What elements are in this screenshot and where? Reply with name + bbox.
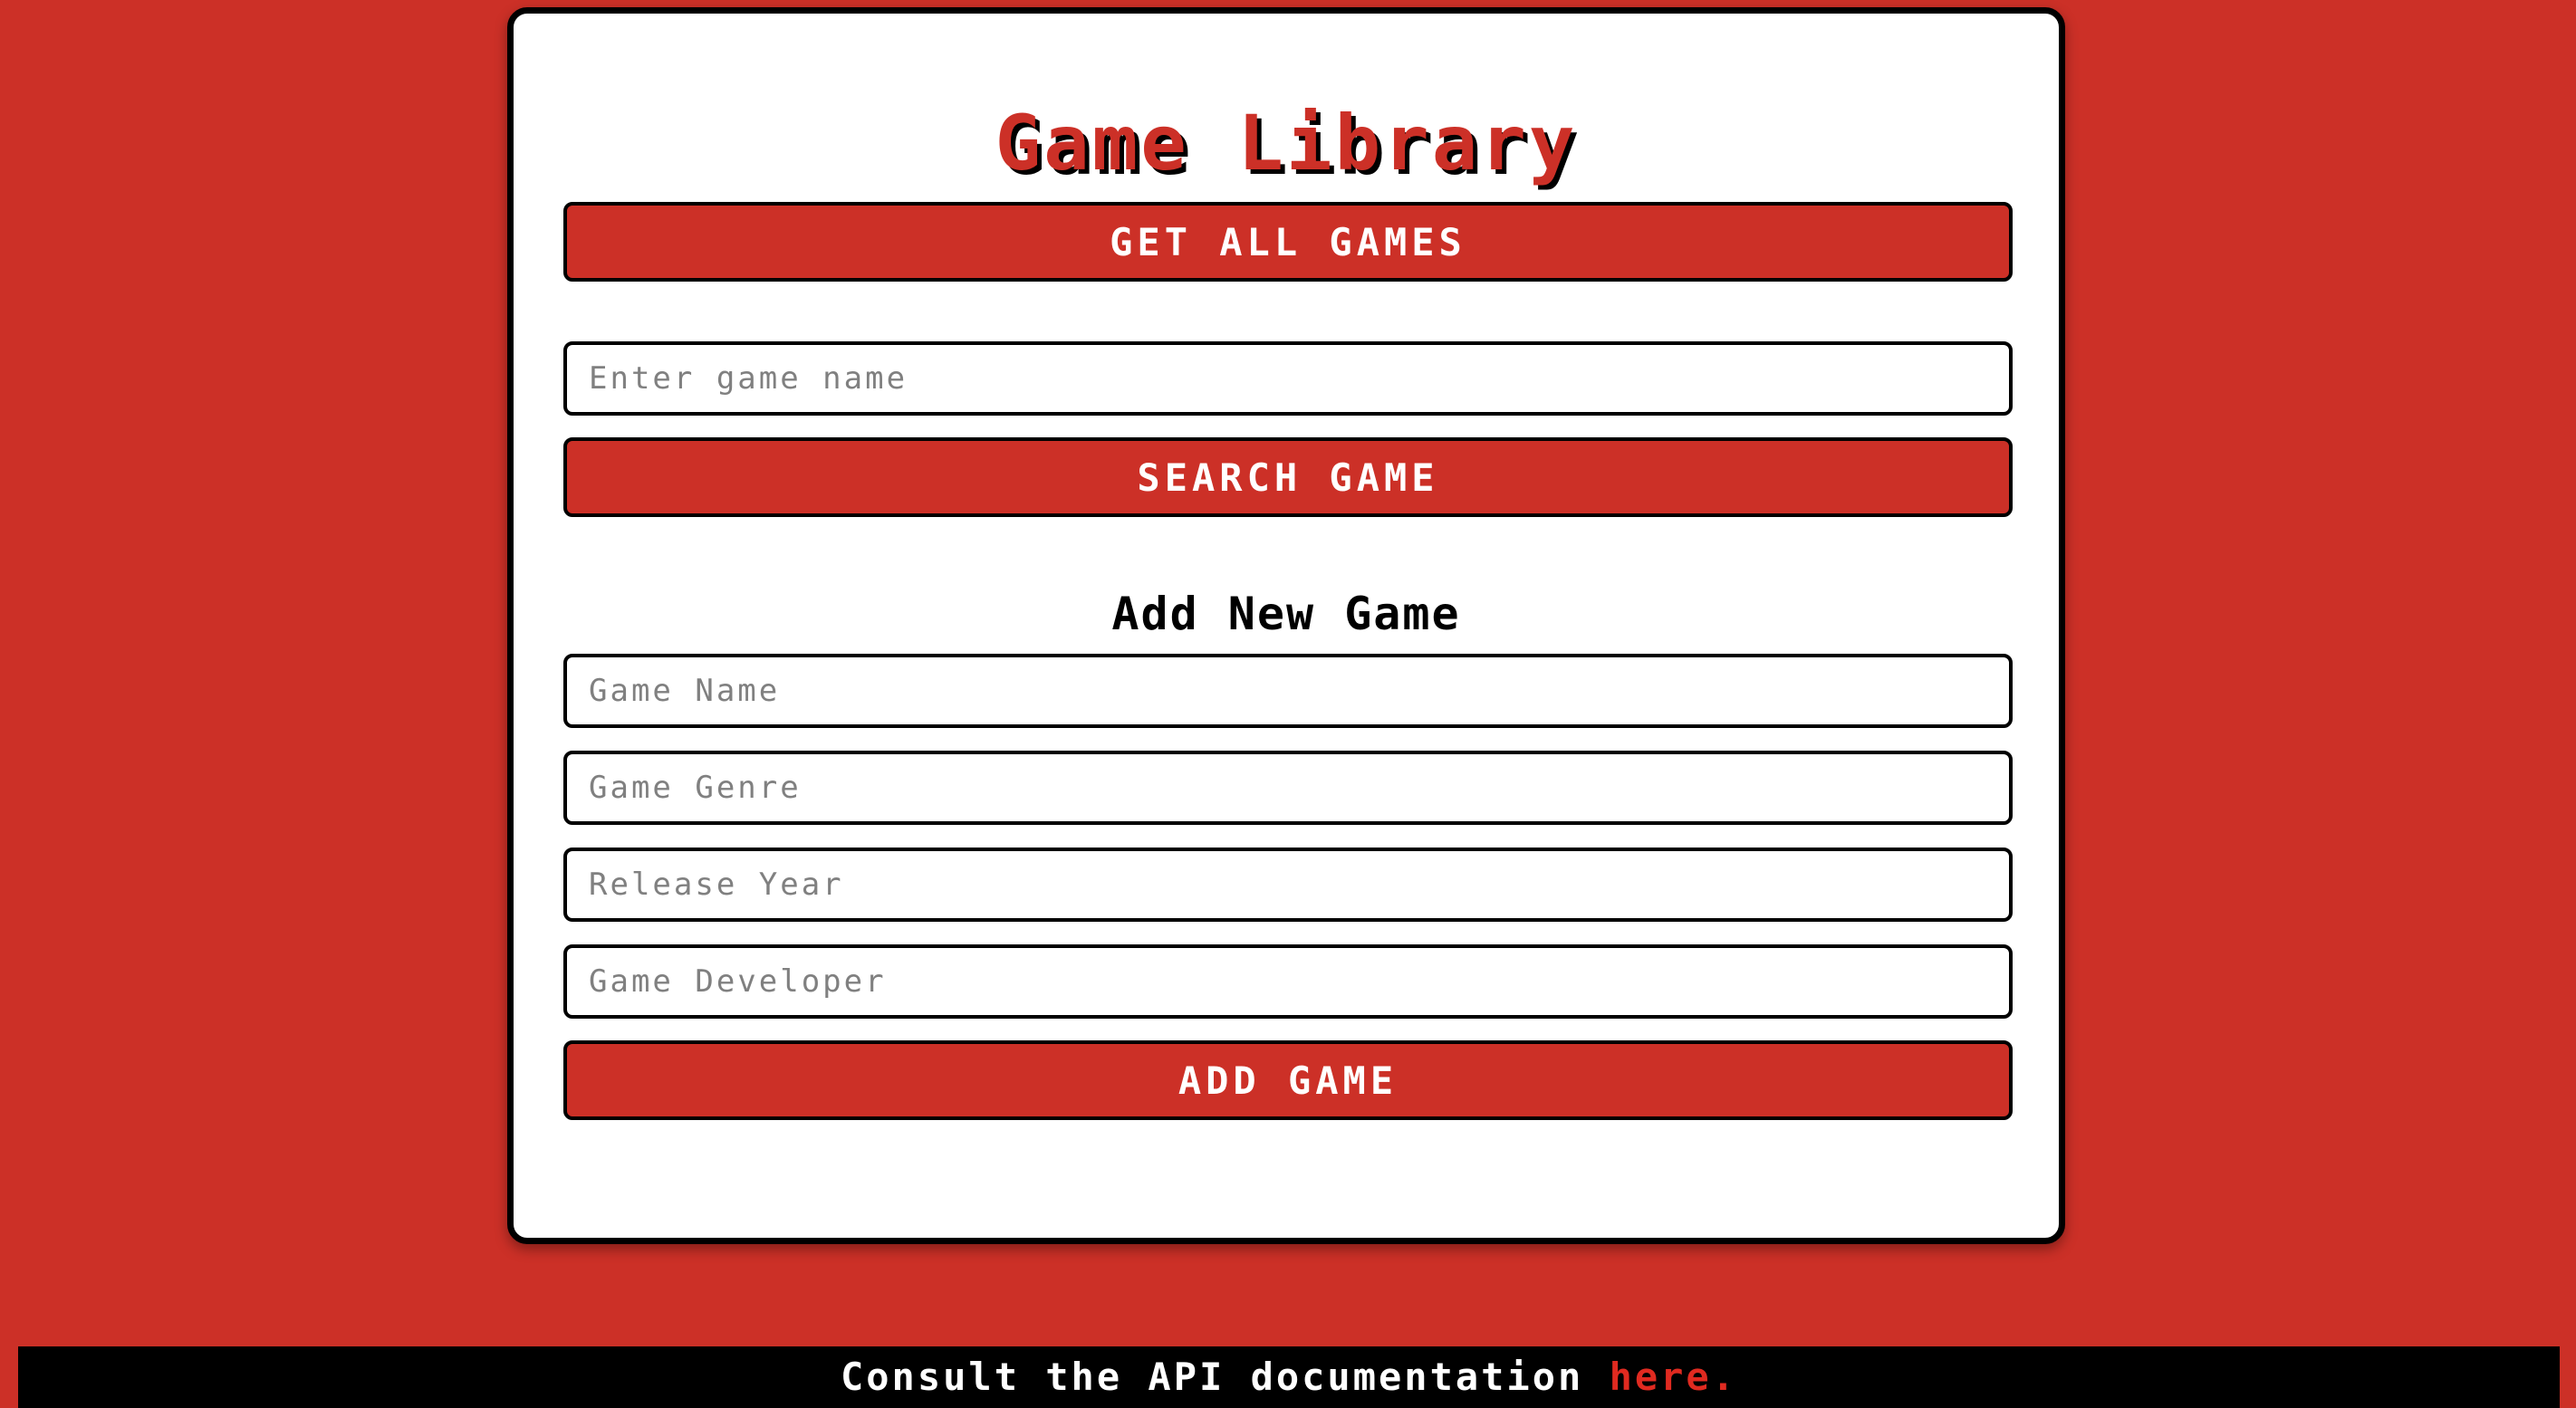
api-docs-link[interactable]: here. [1610, 1355, 1737, 1399]
search-input[interactable] [563, 341, 2013, 416]
release-year-field[interactable] [563, 848, 2013, 922]
game-name-field[interactable] [563, 654, 2013, 728]
add-game-section-title: Add New Game [1111, 588, 1461, 640]
get-all-games-button[interactable]: GET ALL GAMES [563, 202, 2013, 282]
game-developer-field[interactable] [563, 944, 2013, 1019]
add-game-button[interactable]: ADD GAME [563, 1040, 2013, 1120]
footer-text: Consult the API documentation [840, 1355, 1610, 1399]
game-genre-field[interactable] [563, 751, 2013, 825]
page-title: Game Library [995, 99, 1578, 187]
game-library-card: Game Library GET ALL GAMES SEARCH GAME A… [507, 7, 2065, 1244]
footer: Consult the API documentation here. [18, 1346, 2560, 1408]
search-game-button[interactable]: SEARCH GAME [563, 437, 2013, 517]
